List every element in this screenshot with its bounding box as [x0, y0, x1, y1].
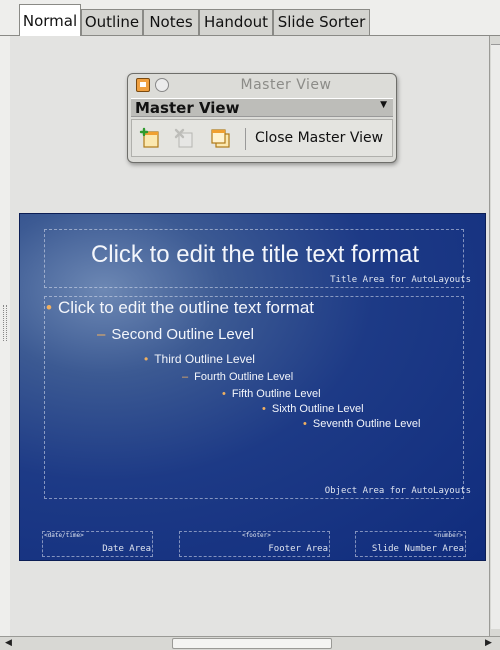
horizontal-scroll-thumb[interactable]: [172, 638, 332, 649]
outline-bullet: –: [182, 371, 189, 383]
new-master-icon[interactable]: [138, 126, 162, 150]
master-view-titlebar[interactable]: Master View: [128, 74, 396, 96]
toolbar-separator: [245, 128, 246, 150]
outline-bullet: •: [144, 352, 149, 366]
master-view-header-label: Master View: [135, 99, 240, 117]
pane-resize-grip[interactable]: [3, 305, 7, 341]
horizontal-scrollbar[interactable]: ◀ ▶: [0, 636, 500, 650]
outline-level-7[interactable]: • Seventh Outline Level: [303, 418, 421, 430]
master-slide[interactable]: Click to edit the title text format Titl…: [19, 213, 486, 561]
tab-notes[interactable]: Notes: [143, 9, 199, 36]
date-area[interactable]: <date/time> Date Area: [42, 531, 153, 557]
master-view-toolbar-window: Master View Master View ▼ Close Master V…: [127, 73, 397, 163]
tab-outline[interactable]: Outline: [81, 9, 143, 36]
slide-number-area-label: Slide Number Area: [371, 544, 464, 554]
master-view-toolbar: Close Master View: [131, 119, 393, 157]
tab-slide-sorter[interactable]: Slide Sorter: [273, 9, 370, 36]
date-area-label: Date Area: [102, 544, 151, 554]
slide-number-area[interactable]: <number> Slide Number Area: [355, 531, 466, 557]
vertical-scrollbar[interactable]: [489, 36, 500, 636]
outline-bullet: •: [303, 418, 307, 430]
rename-master-icon[interactable]: [208, 126, 232, 150]
object-area-label: Object Area for AutoLayouts: [324, 486, 471, 496]
tab-normal[interactable]: Normal: [19, 4, 81, 36]
outline-bullet: •: [46, 298, 52, 317]
outline-level-5[interactable]: • Fifth Outline Level: [222, 388, 321, 400]
footer-area[interactable]: <footer> Footer Area: [179, 531, 330, 557]
outline-bullet: •: [222, 388, 226, 400]
footer-field: <footer>: [242, 532, 271, 539]
outline-text: Sixth Outline Level: [271, 403, 364, 415]
outline-text: Third Outline Level: [154, 352, 255, 366]
outline-level-1[interactable]: • Click to edit the outline text format: [46, 298, 314, 318]
outline-text: Click to edit the outline text format: [57, 298, 315, 317]
master-view-window-title: Master View: [240, 77, 332, 93]
vertical-scroll-thumb[interactable]: [491, 44, 500, 629]
outline-level-6[interactable]: • Sixth Outline Level: [262, 403, 364, 415]
number-field: <number>: [434, 532, 463, 539]
outline-bullet: –: [97, 326, 106, 343]
title-area[interactable]: Click to edit the title text format Titl…: [44, 229, 471, 288]
outline-text: Second Outline Level: [111, 326, 254, 343]
tab-handout[interactable]: Handout: [199, 9, 273, 36]
outline-text: Fourth Outline Level: [194, 371, 294, 383]
title-area-label: Title Area for AutoLayouts: [330, 275, 471, 285]
outline-text: Seventh Outline Level: [312, 418, 421, 430]
outline-level-2[interactable]: – Second Outline Level: [97, 326, 254, 343]
outline-text: Fifth Outline Level: [231, 388, 321, 400]
scroll-left-icon[interactable]: ◀: [5, 637, 12, 649]
delete-master-icon[interactable]: [172, 126, 196, 150]
scroll-right-icon[interactable]: ▶: [485, 637, 492, 649]
title-placeholder[interactable]: Click to edit the title text format: [45, 241, 465, 269]
outline-level-4[interactable]: – Fourth Outline Level: [182, 371, 293, 383]
close-master-view-button[interactable]: Close Master View: [250, 127, 388, 149]
date-field: <date/time>: [44, 532, 84, 539]
outline-bullet: •: [262, 403, 266, 415]
outline-level-3[interactable]: • Third Outline Level: [144, 352, 255, 366]
footer-area-label: Footer Area: [268, 544, 328, 554]
dropdown-arrow-icon[interactable]: ▼: [380, 100, 387, 110]
master-view-header[interactable]: Master View ▼: [131, 98, 393, 117]
view-tab-bar: Normal Outline Notes Handout Slide Sorte…: [0, 0, 500, 40]
